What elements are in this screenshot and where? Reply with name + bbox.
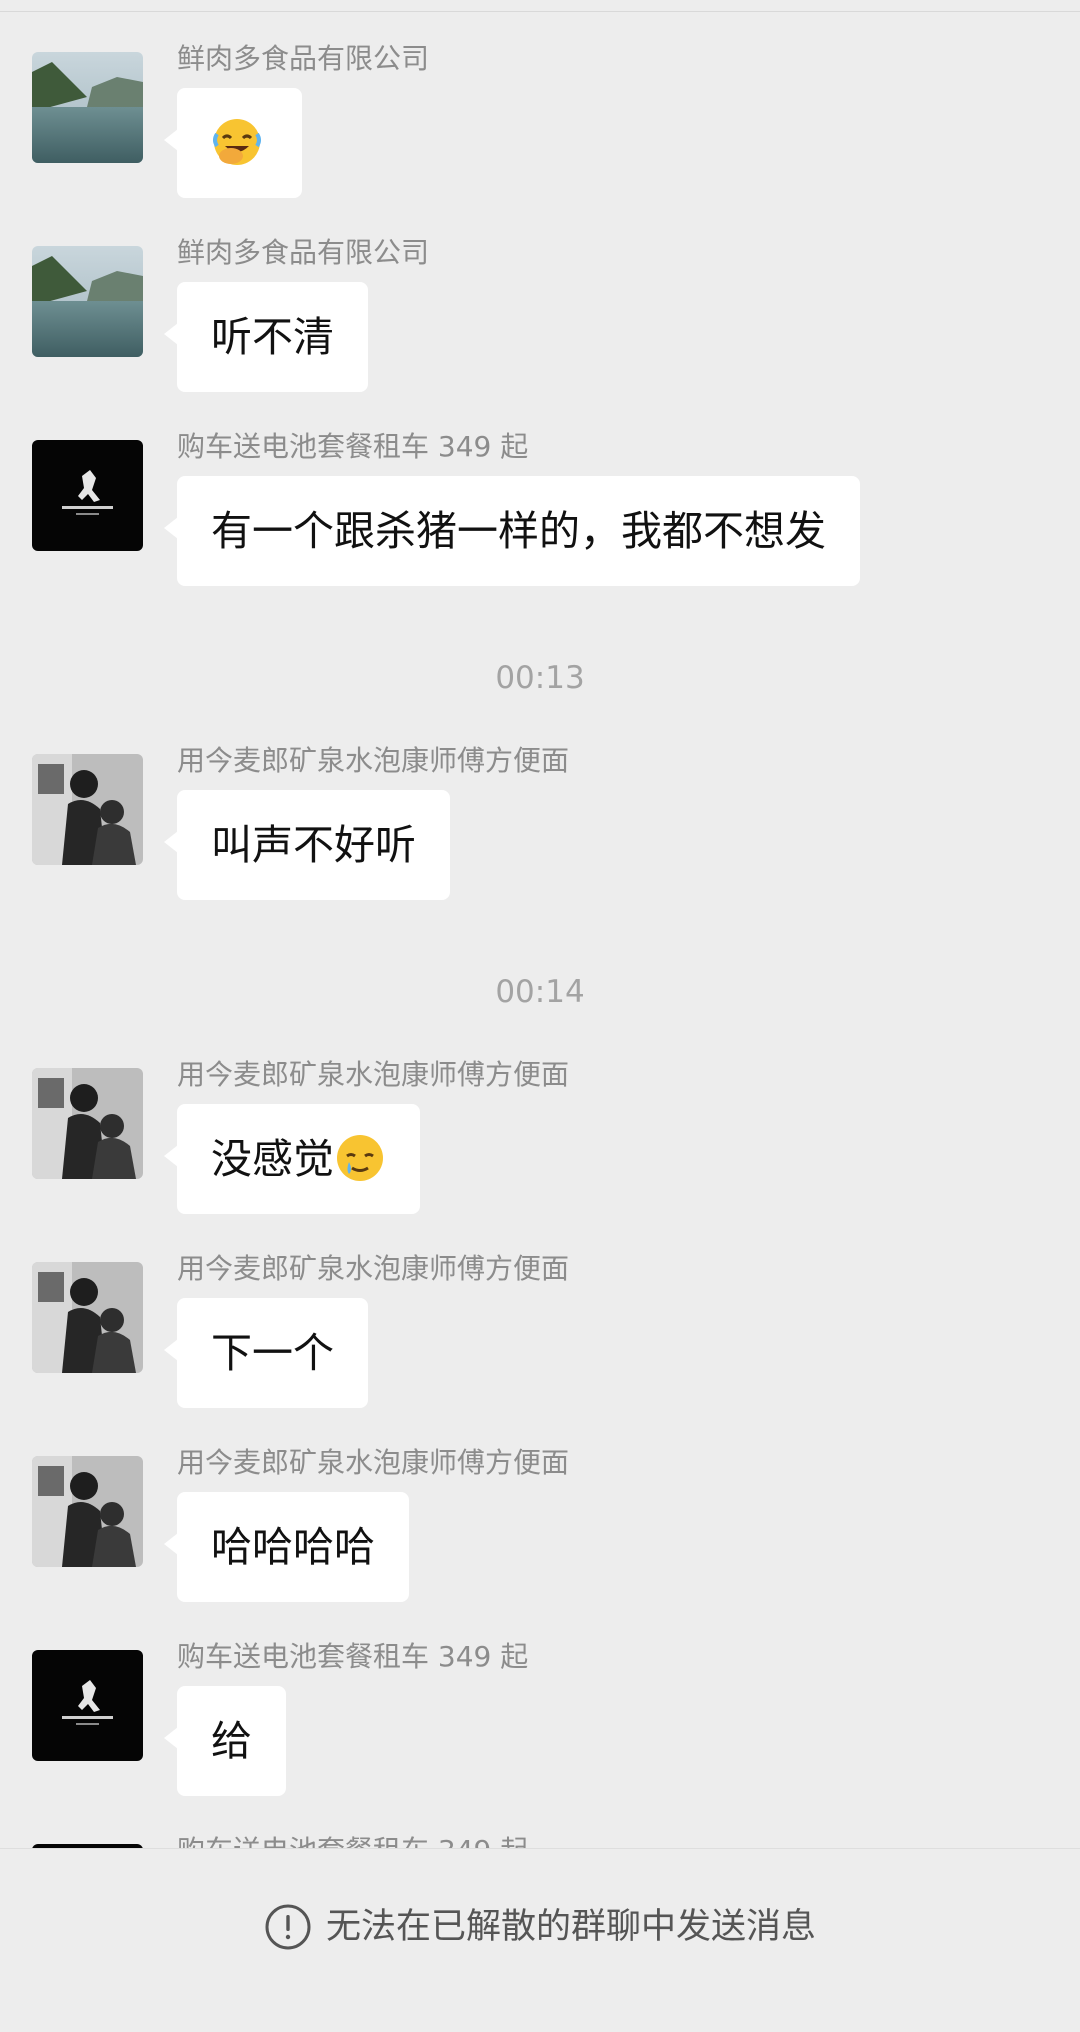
bubble-tail — [164, 1727, 178, 1749]
bladenight-logo-avatar[interactable] — [32, 1650, 143, 1761]
message-row: 鲜肉多食品有限公司 听不清 — [0, 206, 1080, 396]
message-bubble[interactable]: 叫声不好听 — [177, 790, 450, 900]
message-row: 用今麦郎矿泉水泡康师傅方便面 没感觉 — [0, 1028, 1080, 1218]
sender-name: 用今麦郎矿泉水泡康师傅方便面 — [177, 744, 570, 777]
face-with-hand-over-tears-icon — [213, 119, 261, 165]
bubble-tail — [164, 323, 178, 345]
sender-name: 用今麦郎矿泉水泡康师傅方便面 — [177, 1446, 570, 1479]
message-bubble[interactable]: 有一个跟杀猪一样的，我都不想发 — [177, 476, 860, 586]
crying-smile-icon — [337, 1135, 383, 1181]
bubble-tail — [164, 517, 178, 539]
sender-name: 用今麦郎矿泉水泡康师傅方便面 — [177, 1252, 570, 1285]
bubble-tail — [164, 1533, 178, 1555]
sender-name: 购车送电池套餐租车 349 起 — [177, 430, 529, 463]
lake-photo-avatar[interactable] — [32, 246, 143, 357]
message-row: 鲜肉多食品有限公司 — [0, 12, 1080, 202]
couple-bw-photo-avatar[interactable] — [32, 754, 143, 865]
sender-name: 购车送电池套餐租车 349 起 — [177, 1640, 529, 1673]
bladenight-logo-avatar[interactable] — [32, 440, 143, 551]
bubble-tail — [164, 831, 178, 853]
sender-name: 购车送电池套餐租车 349 起 — [177, 1834, 528, 1848]
message-bubble[interactable]: 哈哈哈哈 — [177, 1492, 409, 1602]
chat-screen: 鲜肉多食品有限公司 鲜肉多食品有限公司 听不清 购车送电池套餐租车 349 起 … — [0, 0, 1080, 2032]
message-row: 购车送电池套餐租车 349 起 — [0, 1804, 1080, 1848]
message-row: 购车送电池套餐租车 349 起 有一个跟杀猪一样的，我都不想发 — [0, 400, 1080, 590]
message-list[interactable]: 鲜肉多食品有限公司 鲜肉多食品有限公司 听不清 购车送电池套餐租车 349 起 … — [0, 12, 1080, 1848]
bubble-tail — [164, 1339, 178, 1361]
sender-name: 鲜肉多食品有限公司 — [177, 42, 430, 75]
notice-text: 无法在已解散的群聊中发送消息 — [325, 1907, 816, 1947]
message-bubble[interactable]: 给 — [177, 1686, 286, 1796]
lake-photo-avatar[interactable] — [32, 52, 143, 163]
exclamation-circle-icon — [265, 1904, 311, 1950]
message-row: 购车送电池套餐租车 349 起 给 — [0, 1610, 1080, 1800]
sender-name: 用今麦郎矿泉水泡康师傅方便面 — [177, 1058, 570, 1091]
couple-bw-photo-avatar[interactable] — [32, 1068, 143, 1179]
message-bubble[interactable] — [177, 88, 302, 198]
timestamp: 00:14 — [495, 974, 585, 1010]
couple-bw-photo-avatar[interactable] — [32, 1262, 143, 1373]
message-bubble[interactable]: 下一个 — [177, 1298, 368, 1408]
message-bubble[interactable]: 没感觉 — [177, 1104, 420, 1214]
timestamp: 00:13 — [495, 660, 585, 696]
message-row: 用今麦郎矿泉水泡康师傅方便面 下一个 — [0, 1222, 1080, 1412]
message-text: 没感觉 — [211, 1135, 334, 1183]
message-bubble[interactable]: 听不清 — [177, 282, 368, 392]
message-row: 用今麦郎矿泉水泡康师傅方便面 哈哈哈哈 — [0, 1416, 1080, 1606]
top-divider — [0, 0, 1080, 12]
bubble-tail — [164, 129, 178, 151]
disbanded-group-notice-bar: 无法在已解散的群聊中发送消息 — [0, 1848, 1080, 2032]
bubble-tail — [164, 1145, 178, 1167]
sender-name: 鲜肉多食品有限公司 — [177, 236, 430, 269]
message-row: 用今麦郎矿泉水泡康师傅方便面 叫声不好听 — [0, 714, 1080, 904]
couple-bw-photo-avatar[interactable] — [32, 1456, 143, 1567]
